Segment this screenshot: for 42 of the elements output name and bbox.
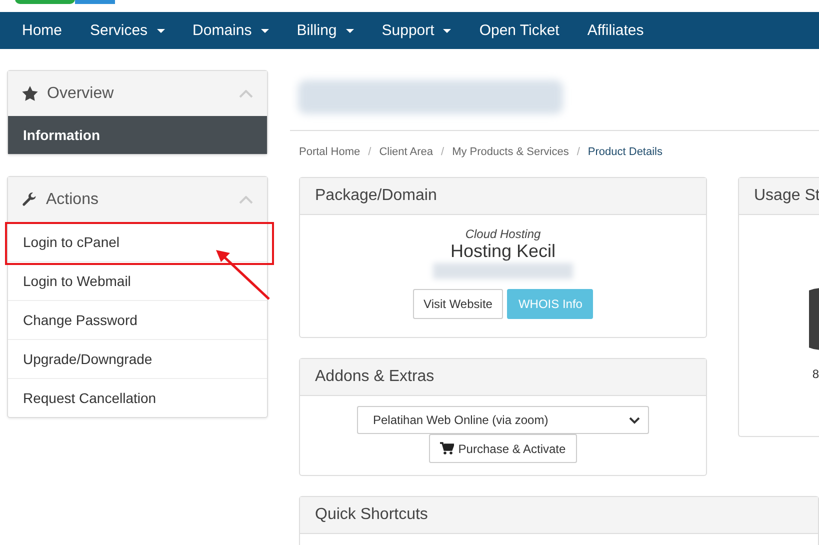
sidebar-item[interactable]: Request Cancellation: [8, 378, 267, 417]
sidebar-item[interactable]: Login to cPanel: [8, 222, 267, 261]
caret-icon: [443, 28, 452, 32]
purchase-button[interactable]: Purchase & Activate: [429, 434, 577, 463]
chevron-down-icon: [629, 416, 640, 424]
visit-button[interactable]: Visit Website: [412, 289, 504, 319]
chevron-up-icon[interactable]: [239, 90, 253, 98]
sidebar-item[interactable]: Login to Webmail: [8, 261, 267, 300]
panel-title: Actions: [46, 190, 100, 208]
nav-link[interactable]: Domains: [182, 22, 279, 39]
wrench-icon: [22, 192, 37, 207]
nav-link[interactable]: Services: [80, 22, 175, 39]
caret-icon: [346, 28, 354, 32]
nav-link[interactable]: Open Ticket: [469, 22, 570, 39]
card-title: Package/Domain: [315, 187, 437, 205]
breadcrumb-separator: /: [576, 146, 580, 158]
nav-link[interactable]: Support: [372, 22, 462, 39]
card-title: Addons & Extras: [315, 368, 434, 386]
sidebar-item[interactable]: Upgrade/Downgrade: [8, 339, 267, 378]
sidebar-item[interactable]: Change Password: [8, 300, 267, 339]
panel-title: Overview: [47, 84, 115, 102]
nav-link[interactable]: Affiliates: [577, 22, 654, 39]
breadcrumb-separator: /: [368, 146, 372, 158]
nav-link[interactable]: Home: [12, 22, 72, 39]
breadcrumb-link[interactable]: Client Area: [379, 146, 434, 158]
product-group: Cloud Hosting: [465, 227, 541, 241]
breadcrumb-link[interactable]: Portal Home: [299, 146, 360, 158]
breadcrumb-separator: /: [441, 146, 444, 158]
star-icon: [22, 86, 38, 101]
chevron-up-icon[interactable]: [239, 196, 253, 204]
breadcrumb-link[interactable]: Product Details: [588, 146, 662, 158]
pie-drawing: [809, 288, 819, 350]
caret-icon: [260, 28, 269, 32]
sidebar-item[interactable]: Information: [8, 116, 267, 154]
product-name: Hosting Kecil: [450, 241, 556, 261]
card-title: Quick Shortcuts: [315, 506, 428, 524]
nav-link[interactable]: Billing: [286, 22, 364, 39]
usage-label: 8: [812, 367, 819, 381]
caret-icon: [156, 28, 165, 32]
breadcrumb-link[interactable]: My Products & Services: [452, 146, 569, 158]
cart-icon: [440, 442, 454, 455]
addon-select[interactable]: Pelatihan Web Online (via zoom): [357, 406, 649, 434]
